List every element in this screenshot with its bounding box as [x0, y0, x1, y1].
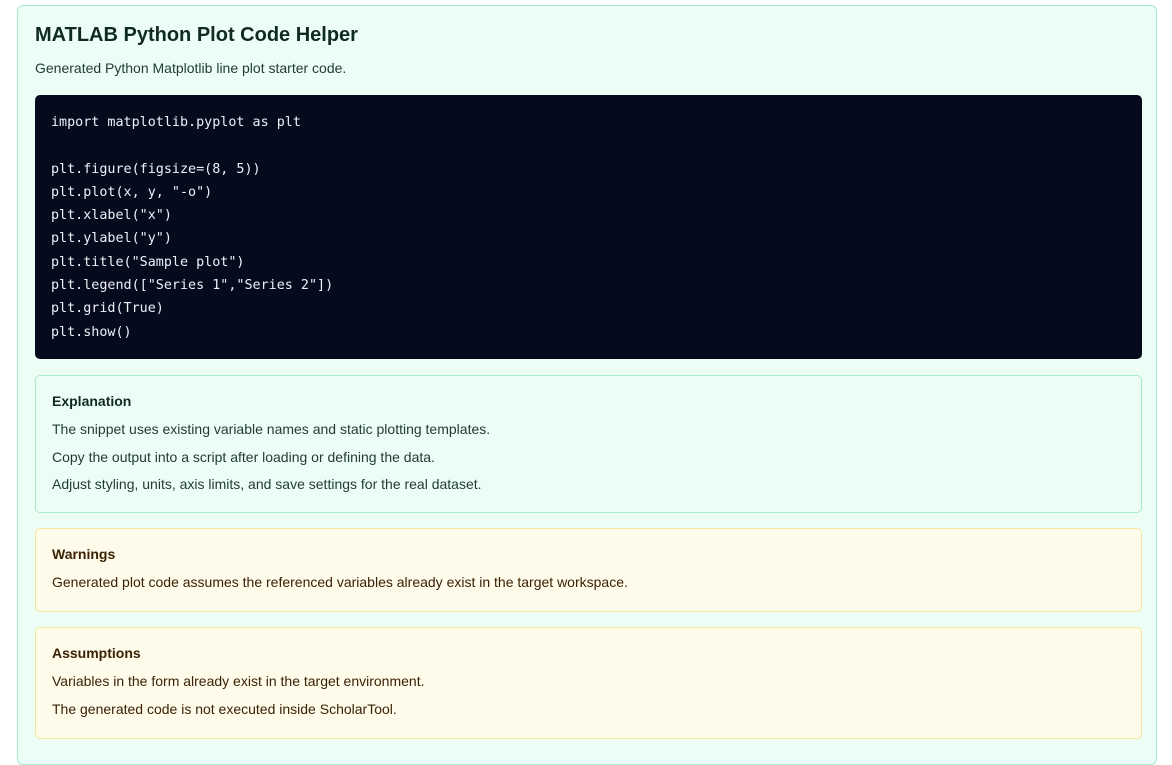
code-line: plt.grid(True): [51, 301, 164, 317]
explanation-box: Explanation The snippet uses existing va…: [35, 375, 1142, 513]
code-line: plt.show(): [51, 324, 132, 340]
explanation-heading: Explanation: [52, 393, 132, 409]
code-line: plt.figure(figsize=(8, 5)): [51, 161, 261, 177]
page-title: MATLAB Python Plot Code Helper: [35, 24, 358, 46]
assumptions-list: Variables in the form already exist in t…: [52, 672, 424, 727]
warnings-box: Warnings Generated plot code assumes the…: [35, 528, 1142, 612]
code-line: plt.plot(x, y, "-o"): [51, 184, 213, 200]
explanation-item: Copy the output into a script after load…: [52, 448, 435, 465]
code-line: plt.xlabel("x"): [51, 208, 172, 224]
explanation-item: The snippet uses existing variable names…: [52, 421, 491, 437]
assumption-item: The generated code is not executed insid…: [52, 700, 397, 717]
warning-item: Generated plot code assumes the referenc…: [52, 574, 628, 590]
page-subtitle: Generated Python Matplotlib line plot st…: [35, 60, 347, 76]
explanation-item: Adjust styling, units, axis limits, and …: [52, 476, 482, 492]
warnings-list: Generated plot code assumes the referenc…: [52, 573, 628, 601]
assumptions-heading: Assumptions: [52, 645, 141, 661]
explanation-list: The snippet uses existing variable names…: [52, 420, 490, 503]
code-line: plt.title("Sample plot"): [51, 254, 245, 270]
code-line: plt.legend(["Series 1","Series 2"]): [51, 278, 334, 294]
generated-code-block[interactable]: import matplotlib.pyplot as plt plt.figur…: [35, 95, 1142, 359]
plot-code-helper-panel: MATLAB Python Plot Code Helper Generated…: [17, 5, 1157, 765]
assumptions-box: Assumptions Variables in the form alread…: [35, 627, 1142, 739]
assumption-item: Variables in the form already exist in t…: [52, 673, 425, 689]
warnings-heading: Warnings: [52, 546, 116, 562]
code-line: plt.ylabel("y"): [51, 231, 172, 247]
code-line: import matplotlib.pyplot as plt: [51, 115, 301, 130]
